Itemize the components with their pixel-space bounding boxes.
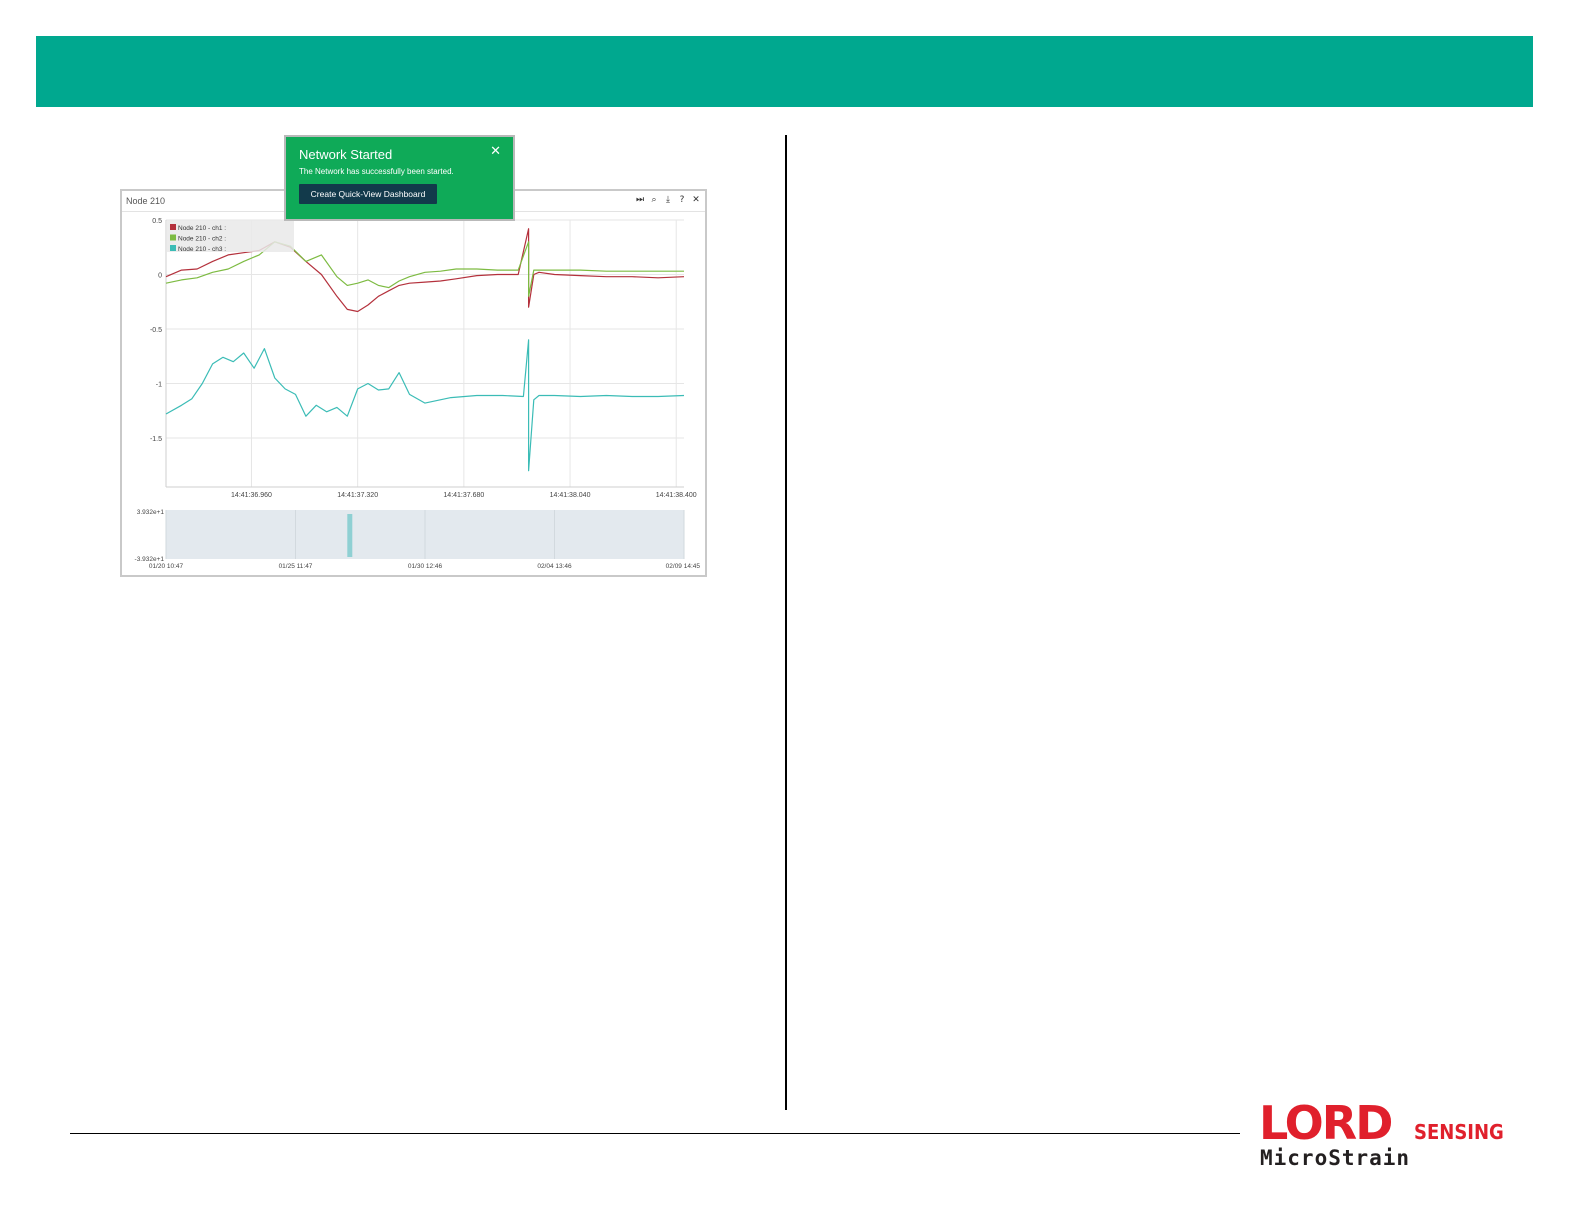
y-tick-label: -0.5 (150, 327, 162, 334)
legend-swatch (170, 234, 176, 241)
close-icon[interactable]: ✕ (490, 144, 501, 159)
navigator-x-label: 01/25 11:47 (279, 563, 313, 570)
legend-label: Node 210 - ch1 : (178, 225, 226, 232)
logo-lord: LORD (1259, 1096, 1393, 1150)
x-tick-label: 14:41:38.400 (656, 492, 697, 499)
y-tick-label: -1 (156, 381, 162, 388)
notification-toast: Network Started ✕ The Network has succes… (284, 135, 515, 221)
x-tick-label: 14:41:38.040 (550, 492, 591, 499)
header-bar (36, 36, 1533, 107)
toast-message: The Network has successfully been starte… (299, 167, 454, 176)
navigator-x-label: 02/04 13:46 (537, 563, 572, 570)
toast-title: Network Started (299, 147, 393, 162)
legend-label: Node 210 - ch2 : (178, 236, 226, 243)
navigator-x-label: 02/09 14:45 (666, 563, 701, 570)
navigator-x-label: 01/20 10:47 (149, 563, 184, 570)
navigator-y-label: 3.932e+1 (137, 509, 165, 516)
chart-panel: Node 210 ⏭ ⌕ ⤓ ? ✕ 0.5 0 -0.5 -1 -1.5 14:41:3… (120, 189, 707, 577)
logo-microstrain: MicroStrain (1260, 1146, 1411, 1170)
y-tick-label: 0.5 (152, 218, 162, 225)
x-tick-label: 14:41:37.680 (443, 492, 484, 499)
x-tick-label: 14:41:36.960 (231, 492, 272, 499)
x-tick-label: 14:41:37.320 (337, 492, 378, 499)
navigator-y-label: -3.932e+1 (135, 556, 165, 563)
legend-swatch (170, 224, 176, 230)
column-divider (785, 135, 787, 1110)
series-line-ch3 (165, 339, 685, 472)
y-tick-label: 0 (158, 272, 162, 279)
chart-area[interactable]: 0.5 0 -0.5 -1 -1.5 14:41:36.960 14:41:37.320 14… (122, 191, 705, 575)
navigator-selection (347, 514, 353, 557)
legend-label: Node 210 - ch3 : (178, 246, 226, 253)
brand-logo: LORD SENSING MicroStrain (1259, 1100, 1509, 1170)
create-dashboard-button[interactable]: Create Quick-View Dashboard (299, 184, 437, 204)
footer-rule (70, 1133, 1240, 1134)
legend-swatch (170, 245, 176, 251)
logo-sensing: SENSING (1414, 1120, 1504, 1144)
navigator-x-label: 01/30 12:46 (408, 563, 443, 570)
y-tick-label: -1.5 (150, 436, 162, 443)
